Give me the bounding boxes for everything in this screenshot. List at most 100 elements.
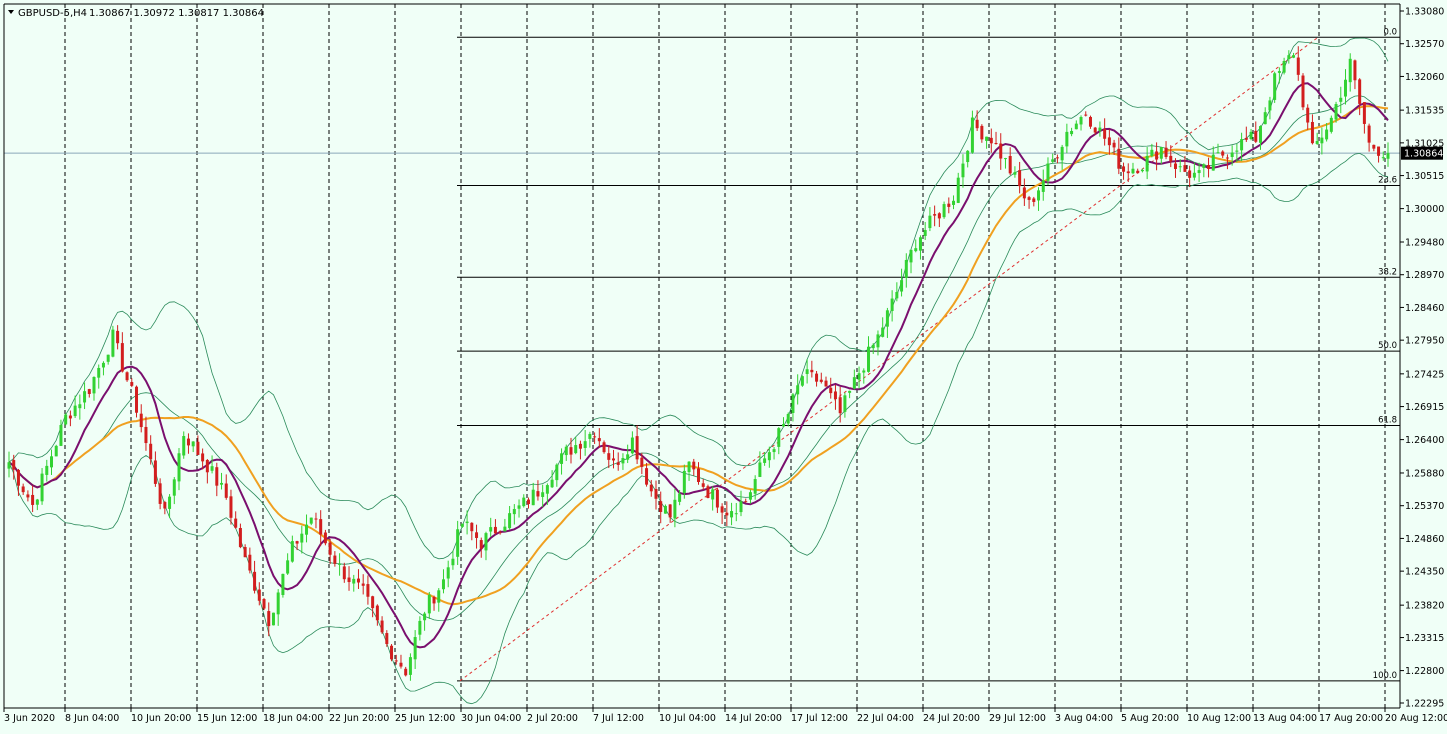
candle-body	[555, 464, 559, 481]
candle-body	[338, 563, 342, 565]
time-tick-label: 24 Jul 20:00	[923, 713, 980, 724]
candle-body	[418, 620, 422, 635]
candle-body	[1159, 147, 1163, 159]
candle-body	[815, 373, 819, 382]
candle-body	[673, 499, 677, 519]
candle-body	[1155, 151, 1159, 160]
candle-body	[1296, 57, 1300, 75]
candle-body	[1216, 152, 1220, 154]
candle-body	[139, 413, 143, 428]
candle-body	[843, 395, 847, 412]
candle-body	[1235, 150, 1239, 152]
candle-body	[663, 505, 667, 514]
candle-body	[1173, 163, 1177, 169]
candle-body	[687, 461, 691, 473]
candle-body	[1207, 165, 1211, 169]
candle-body	[952, 200, 956, 205]
candle-body	[253, 571, 257, 591]
candle-body	[286, 560, 290, 574]
candle-body	[611, 458, 615, 461]
candle-body	[1225, 157, 1229, 159]
candle-body	[168, 496, 172, 509]
candle-body	[659, 501, 663, 512]
candle-body	[541, 492, 545, 497]
candle-body	[966, 150, 970, 163]
candle-body	[767, 452, 771, 461]
candle-body	[1348, 58, 1352, 83]
candle-body	[1277, 71, 1281, 73]
chart-window[interactable]: 0.0 23.6 38.2 50.0 61.8 100.0 1.33080 1.32570 1…	[0, 0, 1447, 730]
candle-body	[744, 501, 748, 503]
candle-body	[201, 453, 205, 462]
chart-background	[0, 0, 1447, 730]
time-tick-label: 8 Jun 04:00	[65, 713, 119, 724]
price-tick-label: 1.31535	[1405, 106, 1444, 117]
candle-body	[323, 532, 327, 544]
price-tick-label: 1.30000	[1405, 204, 1444, 215]
candle-body	[1183, 165, 1187, 172]
time-tick-label: 10 Jun 20:00	[131, 713, 191, 724]
candle-body	[1268, 100, 1272, 111]
candle-body	[1192, 172, 1196, 178]
candle-body	[234, 518, 238, 528]
candle-body	[390, 645, 394, 660]
candle-body	[1244, 137, 1248, 140]
candle-body	[257, 589, 261, 601]
candle-body	[196, 441, 200, 455]
candle-body	[635, 436, 639, 460]
candle-body	[933, 214, 937, 216]
candle-body	[503, 526, 507, 532]
candle-body	[305, 524, 309, 535]
candle-body	[975, 119, 979, 129]
candle-body	[413, 637, 417, 660]
candle-body	[163, 502, 167, 509]
candle-body	[205, 459, 209, 473]
candle-body	[791, 394, 795, 413]
candle-body	[1353, 60, 1357, 81]
price-chart[interactable]: 0.0 23.6 38.2 50.0 61.8 100.0 1.33080 1.32570 1…	[0, 0, 1447, 730]
candle-body	[314, 518, 318, 520]
time-tick-label: 18 Jun 04:00	[263, 713, 323, 724]
time-tick-label: 29 Jul 12:00	[989, 713, 1046, 724]
candle-body	[356, 578, 360, 583]
price-tick-label: 1.22800	[1405, 666, 1444, 677]
candle-body	[475, 532, 479, 538]
candle-body	[1112, 142, 1116, 148]
fib-level-label: 50.0	[1378, 341, 1397, 351]
candle-body	[1358, 79, 1362, 104]
price-tick-label: 1.23315	[1405, 633, 1444, 644]
price-tick-label: 1.30515	[1405, 171, 1444, 182]
candle-body	[361, 583, 365, 586]
candle-body	[366, 584, 370, 597]
candle-body	[1079, 117, 1083, 125]
candle-body	[220, 482, 224, 485]
candle-body	[59, 425, 63, 446]
candle-body	[1098, 127, 1102, 131]
candle-body	[607, 453, 611, 460]
candle-body	[460, 523, 464, 527]
candle-body	[1249, 131, 1253, 140]
price-tick-label: 1.32570	[1405, 39, 1444, 50]
candle-body	[857, 373, 861, 380]
candle-body	[1065, 131, 1069, 147]
candle-body	[985, 136, 989, 141]
candle-body	[7, 462, 11, 469]
candle-body	[333, 555, 337, 564]
candle-body	[748, 492, 752, 500]
candle-body	[824, 380, 828, 387]
candle-body	[309, 517, 313, 524]
candle-body	[730, 511, 734, 518]
candle-body	[144, 426, 148, 444]
candle-body	[862, 370, 866, 373]
candle-body	[1060, 146, 1064, 161]
candle-body	[375, 605, 379, 621]
price-tick-label: 1.22295	[1405, 699, 1444, 710]
candle-body	[1254, 130, 1258, 142]
candle-body	[394, 660, 398, 662]
candle-body	[281, 573, 285, 595]
time-tick-label: 10 Aug 12:00	[1187, 713, 1251, 724]
candle-body	[1164, 147, 1168, 157]
candle-body	[947, 203, 951, 207]
candle-body	[40, 473, 44, 502]
candle-body	[1032, 198, 1036, 202]
